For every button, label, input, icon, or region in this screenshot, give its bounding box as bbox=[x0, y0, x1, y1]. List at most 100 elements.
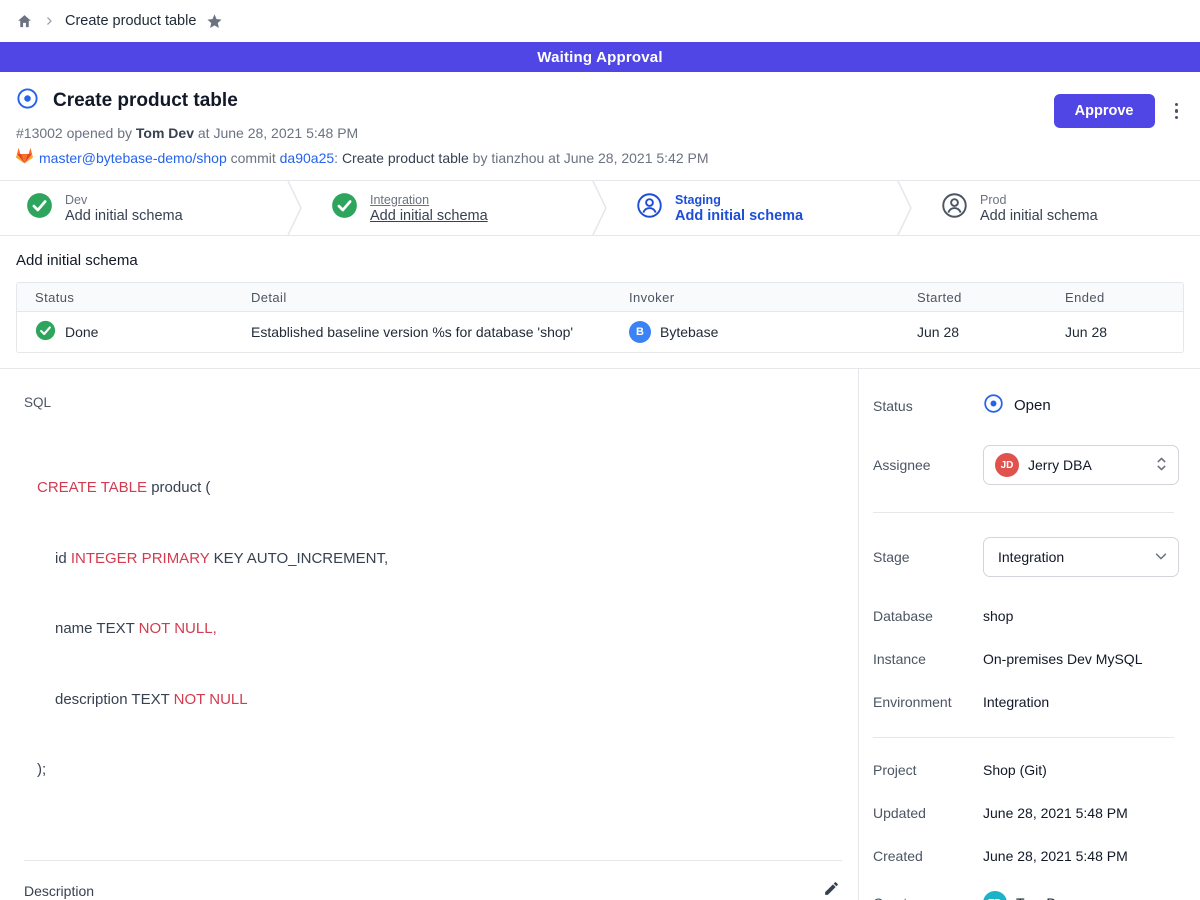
project-label: Project bbox=[873, 762, 983, 778]
updated-row: Updated June 28, 2021 5:48 PM bbox=[873, 805, 1184, 821]
divider bbox=[873, 512, 1174, 513]
issue-sidebar: Status Open Assignee JD Jerry DBA Stage bbox=[858, 369, 1200, 900]
sql-statement: CREATE TABLE product ( id INTEGER PRIMAR… bbox=[24, 429, 842, 829]
task-status-cell: Done bbox=[17, 320, 233, 344]
stage-task-name: Add initial schema bbox=[675, 208, 803, 224]
environment-value: Integration bbox=[983, 694, 1049, 710]
stage-dev[interactable]: DevAdd initial schema bbox=[0, 181, 285, 235]
issue-id: #13002 bbox=[16, 125, 63, 141]
instance-label: Instance bbox=[873, 651, 983, 667]
stage-row: Stage Integration bbox=[873, 537, 1184, 577]
breadcrumb-page-title[interactable]: Create product table bbox=[65, 13, 196, 29]
created-label: Created bbox=[873, 848, 983, 864]
chevron-right-icon bbox=[43, 15, 55, 27]
status-open-icon bbox=[983, 393, 1004, 418]
stage-select[interactable]: Integration bbox=[983, 537, 1179, 577]
task-invoker-cell: B Bytebase bbox=[611, 321, 899, 343]
task-table-row[interactable]: Done Established baseline version %s for… bbox=[17, 312, 1183, 352]
stage-staging[interactable]: StagingAdd initial schema bbox=[610, 181, 895, 235]
stage-task-name: Add initial schema bbox=[980, 208, 1098, 224]
status-row: Status Open bbox=[873, 393, 1184, 418]
created-row: Created June 28, 2021 5:48 PM bbox=[873, 848, 1184, 864]
select-updown-icon bbox=[1155, 456, 1168, 475]
assignee-row: Assignee JD Jerry DBA bbox=[873, 445, 1184, 485]
task-section: Add initial schema Status Detail Invoker… bbox=[0, 236, 1200, 368]
banner-text: Waiting Approval bbox=[537, 49, 662, 66]
stage-env-name: Staging bbox=[675, 193, 803, 207]
col-started: Started bbox=[899, 290, 1047, 305]
project-row: Project Shop (Git) bbox=[873, 762, 1184, 778]
stage-task-name: Add initial schema bbox=[370, 208, 488, 224]
stage-separator bbox=[285, 181, 305, 235]
updated-label: Updated bbox=[873, 805, 983, 821]
stage-env-name: Integration bbox=[370, 193, 488, 207]
sql-label: SQL bbox=[24, 395, 842, 410]
environment-label: Environment bbox=[873, 694, 983, 710]
commit-branch-link[interactable]: master@bytebase-demo/shop bbox=[39, 150, 227, 166]
issue-open-icon bbox=[16, 87, 39, 115]
commit-message: Create product table bbox=[342, 150, 469, 166]
star-icon[interactable] bbox=[206, 13, 223, 30]
stage-value: Integration bbox=[995, 549, 1145, 565]
status-value: Open bbox=[1014, 397, 1051, 414]
assignee-select[interactable]: JD Jerry DBA bbox=[983, 445, 1179, 485]
description-label: Description bbox=[24, 883, 94, 899]
gitlab-icon bbox=[16, 148, 33, 167]
task-table: Status Detail Invoker Started Ended Done… bbox=[16, 282, 1184, 353]
col-status: Status bbox=[17, 290, 233, 305]
invoker-avatar: B bbox=[629, 321, 651, 343]
database-value[interactable]: shop bbox=[983, 608, 1013, 624]
stage-label: Stage bbox=[873, 549, 983, 565]
approve-button[interactable]: Approve bbox=[1054, 94, 1155, 128]
assignee-label: Assignee bbox=[873, 457, 983, 473]
breadcrumb: Create product table bbox=[0, 0, 1200, 42]
issue-header: Create product table Approve #13002 open… bbox=[0, 72, 1200, 180]
pipeline-stage-bar: DevAdd initial schema IntegrationAdd ini… bbox=[0, 180, 1200, 236]
stage-done-icon bbox=[331, 192, 358, 224]
done-check-icon bbox=[35, 320, 56, 344]
creator-row: Creator TD Tom Dev bbox=[873, 891, 1184, 900]
commit-line: master@bytebase-demo/shop commit da90a25… bbox=[16, 148, 1184, 167]
assignee-value: Jerry DBA bbox=[1028, 457, 1146, 473]
database-row: Database shop bbox=[873, 608, 1184, 624]
col-detail: Detail bbox=[233, 290, 611, 305]
stage-task-name: Add initial schema bbox=[65, 208, 183, 224]
stage-env-name: Prod bbox=[980, 193, 1098, 207]
instance-value[interactable]: On-premises Dev MySQL bbox=[983, 651, 1142, 667]
bytebase-issue-page: Create product table Waiting Approval Cr… bbox=[0, 0, 1200, 900]
task-ended-cell: Jun 28 bbox=[1047, 324, 1183, 340]
updated-value: June 28, 2021 5:48 PM bbox=[983, 805, 1128, 821]
stage-separator bbox=[590, 181, 610, 235]
task-detail-cell: Established baseline version %s for data… bbox=[233, 324, 611, 340]
issue-meta: #13002 opened by Tom Dev at June 28, 202… bbox=[16, 125, 1184, 141]
stage-env-name: Dev bbox=[65, 193, 183, 207]
divider bbox=[873, 737, 1174, 738]
stage-pending-user-icon bbox=[636, 192, 663, 224]
created-value: June 28, 2021 5:48 PM bbox=[983, 848, 1128, 864]
assignee-avatar: JD bbox=[995, 453, 1019, 477]
issue-author: Tom Dev bbox=[136, 125, 194, 141]
stage-done-icon bbox=[26, 192, 53, 224]
divider bbox=[24, 860, 842, 861]
environment-row: Environment Integration bbox=[873, 694, 1184, 710]
project-value[interactable]: Shop (Git) bbox=[983, 762, 1047, 778]
commit-hash-link[interactable]: da90a25 bbox=[280, 150, 335, 166]
creator-label: Creator bbox=[873, 895, 983, 900]
task-heading: Add initial schema bbox=[16, 252, 1184, 269]
chevron-down-icon bbox=[1154, 549, 1168, 566]
commit-byline: by tianzhou at June 28, 2021 5:42 PM bbox=[469, 150, 709, 166]
stage-integration[interactable]: IntegrationAdd initial schema bbox=[305, 181, 590, 235]
waiting-approval-banner: Waiting Approval bbox=[0, 42, 1200, 72]
instance-row: Instance On-premises Dev MySQL bbox=[873, 651, 1184, 667]
more-actions-menu[interactable] bbox=[1169, 99, 1185, 124]
status-label: Status bbox=[873, 398, 983, 414]
page-title: Create product table bbox=[53, 90, 238, 112]
task-table-header: Status Detail Invoker Started Ended bbox=[17, 283, 1183, 312]
database-label: Database bbox=[873, 608, 983, 624]
task-started-cell: Jun 28 bbox=[899, 324, 1047, 340]
stage-prod[interactable]: ProdAdd initial schema bbox=[915, 181, 1200, 235]
creator-avatar: TD bbox=[983, 891, 1007, 900]
stage-separator bbox=[895, 181, 915, 235]
home-icon[interactable] bbox=[16, 13, 33, 30]
edit-description-pencil-icon[interactable] bbox=[821, 878, 842, 900]
